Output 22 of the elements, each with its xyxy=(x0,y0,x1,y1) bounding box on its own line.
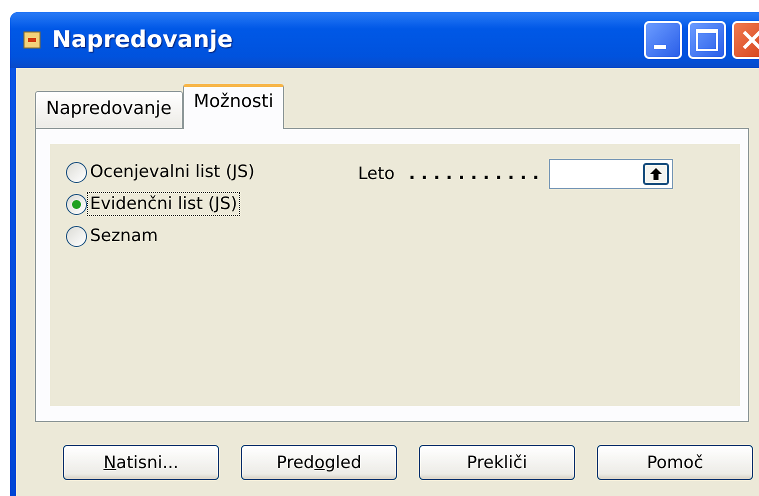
close-button[interactable] xyxy=(732,21,759,59)
radio-label[interactable]: Evidenčni list (JS) xyxy=(87,192,240,216)
radio-button[interactable] xyxy=(66,162,87,182)
radio-label[interactable]: Ocenjevalni list (JS) xyxy=(87,160,258,184)
field-label: Leto xyxy=(358,164,395,184)
leader-dots: . . . . . . . . . . . xyxy=(408,164,539,184)
radio-button[interactable] xyxy=(66,226,87,246)
app-icon xyxy=(22,30,42,50)
tab[interactable]: Možnosti xyxy=(182,84,284,129)
window-title: Napredovanje xyxy=(52,27,233,53)
minimize-button[interactable] xyxy=(644,21,682,59)
up-arrow-icon xyxy=(648,167,663,181)
year-field[interactable] xyxy=(548,159,673,189)
tab[interactable]: Napredovanje xyxy=(35,91,183,128)
radio-button[interactable] xyxy=(66,194,87,214)
maximize-button[interactable] xyxy=(688,21,726,59)
dialog-button[interactable]: Predogled xyxy=(241,445,397,480)
dialog-button[interactable]: Prekliči xyxy=(419,445,575,480)
radio-label[interactable]: Seznam xyxy=(87,224,161,248)
dialog-button[interactable]: Pomoč xyxy=(597,445,753,480)
dialog-button[interactable]: Natisni... xyxy=(63,445,219,480)
lookup-button[interactable] xyxy=(642,163,669,185)
